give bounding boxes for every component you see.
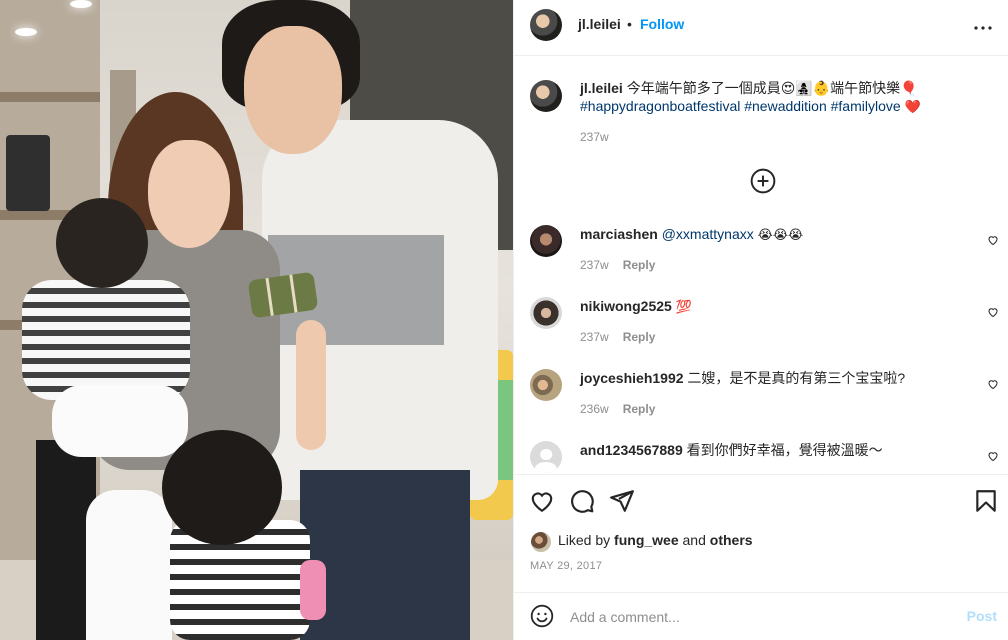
comment-like-heart-icon[interactable]: [987, 306, 999, 318]
ceiling-light: [70, 0, 92, 8]
more-options-icon[interactable]: [971, 16, 995, 40]
comments-section[interactable]: jl.leilei 今年端午節多了一個成員😍👩‍👧‍👦👶端午節快樂🎈 #happ…: [514, 56, 1008, 474]
comment-meta: 237w Reply: [580, 330, 655, 344]
comment-icon[interactable]: [569, 488, 595, 514]
woman-face: [148, 140, 230, 248]
comment-meta: 237w Reply: [580, 258, 655, 272]
reply-button[interactable]: Reply: [623, 258, 656, 272]
reply-button[interactable]: Reply: [623, 330, 656, 344]
likes-and: and: [682, 532, 706, 548]
play-fence: [496, 380, 513, 480]
caption-username[interactable]: jl.leilei: [580, 80, 623, 96]
owner-username[interactable]: jl.leilei: [578, 16, 621, 32]
commenter-avatar[interactable]: [530, 441, 562, 473]
caption-text: 今年端午節多了一個成員😍👩‍👧‍👦👶端午節快樂🎈: [626, 80, 918, 96]
liked-by-username[interactable]: fung_wee: [614, 532, 679, 548]
heart-icon[interactable]: [529, 488, 555, 514]
comment-username[interactable]: marciashen: [580, 226, 658, 242]
comment-like-heart-icon[interactable]: [987, 450, 999, 462]
commenter-avatar[interactable]: [530, 225, 562, 257]
likes-prefix: Liked by: [558, 532, 611, 548]
comment-line: marciashen @xxmattynaxx 😭😭😭: [580, 225, 803, 245]
caption-avatar[interactable]: [530, 80, 562, 112]
comment-text: 二嫂，是不是真的有第三个宝宝啦?: [687, 370, 906, 386]
post-panel: jl.leilei • Follow jl.leilei 今年端午節多了一個成員…: [513, 0, 1008, 640]
comment-meta: 236w Reply: [580, 402, 655, 416]
comment-text: 看到你們好幸福，覺得被溫暖～: [686, 442, 883, 458]
man-pants: [300, 470, 470, 640]
comment-line: nikiwong2525 💯: [580, 297, 692, 317]
heart-emoji: ❤️: [904, 100, 921, 115]
comment-username[interactable]: nikiwong2525: [580, 298, 672, 314]
girl-head: [162, 430, 282, 545]
girl-arm: [296, 320, 326, 450]
owner-avatar[interactable]: [530, 9, 562, 41]
load-more-comments-icon[interactable]: [750, 168, 776, 194]
caption-line: jl.leilei 今年端午節多了一個成員😍👩‍👧‍👦👶端午節快樂🎈: [580, 79, 918, 97]
baby-head: [56, 198, 148, 288]
post-date[interactable]: MAY 29, 2017: [530, 560, 602, 572]
baby-body: [22, 280, 190, 400]
chair: [86, 490, 172, 640]
commenter-avatar[interactable]: [530, 297, 562, 329]
separator-dot: •: [627, 16, 632, 32]
baby-skirt: [52, 385, 188, 457]
instagram-post: jl.leilei • Follow jl.leilei 今年端午節多了一個成員…: [0, 0, 1008, 640]
coffee-machine: [6, 135, 50, 211]
add-comment-bar: Post: [514, 592, 1008, 640]
share-icon[interactable]: [609, 488, 635, 514]
pink-toy: [300, 560, 326, 620]
comment-time[interactable]: 237w: [580, 258, 609, 272]
comment-emoji: 💯: [675, 300, 692, 315]
reply-button[interactable]: Reply: [623, 402, 656, 416]
follow-button[interactable]: Follow: [640, 16, 684, 32]
ceiling-light: [15, 28, 37, 36]
likes-others-link[interactable]: others: [710, 532, 753, 548]
comment-like-heart-icon[interactable]: [987, 378, 999, 390]
comment-time[interactable]: 236w: [580, 402, 609, 416]
man-face: [244, 26, 342, 154]
comment-time[interactable]: 237w: [580, 330, 609, 344]
comment-username[interactable]: and1234567889: [580, 442, 683, 458]
comment-line: and1234567889 看到你們好幸福，覺得被溫暖～: [580, 441, 883, 459]
caption-hashtags[interactable]: #happydragonboatfestival #newaddition #f…: [580, 98, 901, 114]
post-header: jl.leilei • Follow: [514, 0, 1008, 56]
caption-time[interactable]: 237w: [580, 130, 609, 144]
comment-input[interactable]: [570, 607, 950, 627]
caption-hashtag-line: #happydragonboatfestival #newaddition #f…: [580, 97, 921, 117]
comment-line: joyceshieh1992 二嫂，是不是真的有第三个宝宝啦?: [580, 369, 905, 387]
likes-summary: Liked by fung_wee and others: [558, 532, 753, 548]
shelf: [0, 92, 100, 102]
comment-username[interactable]: joyceshieh1992: [580, 370, 684, 386]
comment-mention[interactable]: @xxmattynaxx: [662, 226, 754, 242]
post-comment-button[interactable]: Post: [967, 608, 997, 624]
comment-like-heart-icon[interactable]: [987, 234, 999, 246]
emoji-icon[interactable]: [530, 604, 554, 628]
liked-by-avatar[interactable]: [530, 531, 552, 553]
comment-emoji: 😭😭😭: [757, 228, 804, 243]
bookmark-icon[interactable]: [973, 488, 999, 514]
post-photo[interactable]: [0, 0, 513, 640]
commenter-avatar[interactable]: [530, 369, 562, 401]
